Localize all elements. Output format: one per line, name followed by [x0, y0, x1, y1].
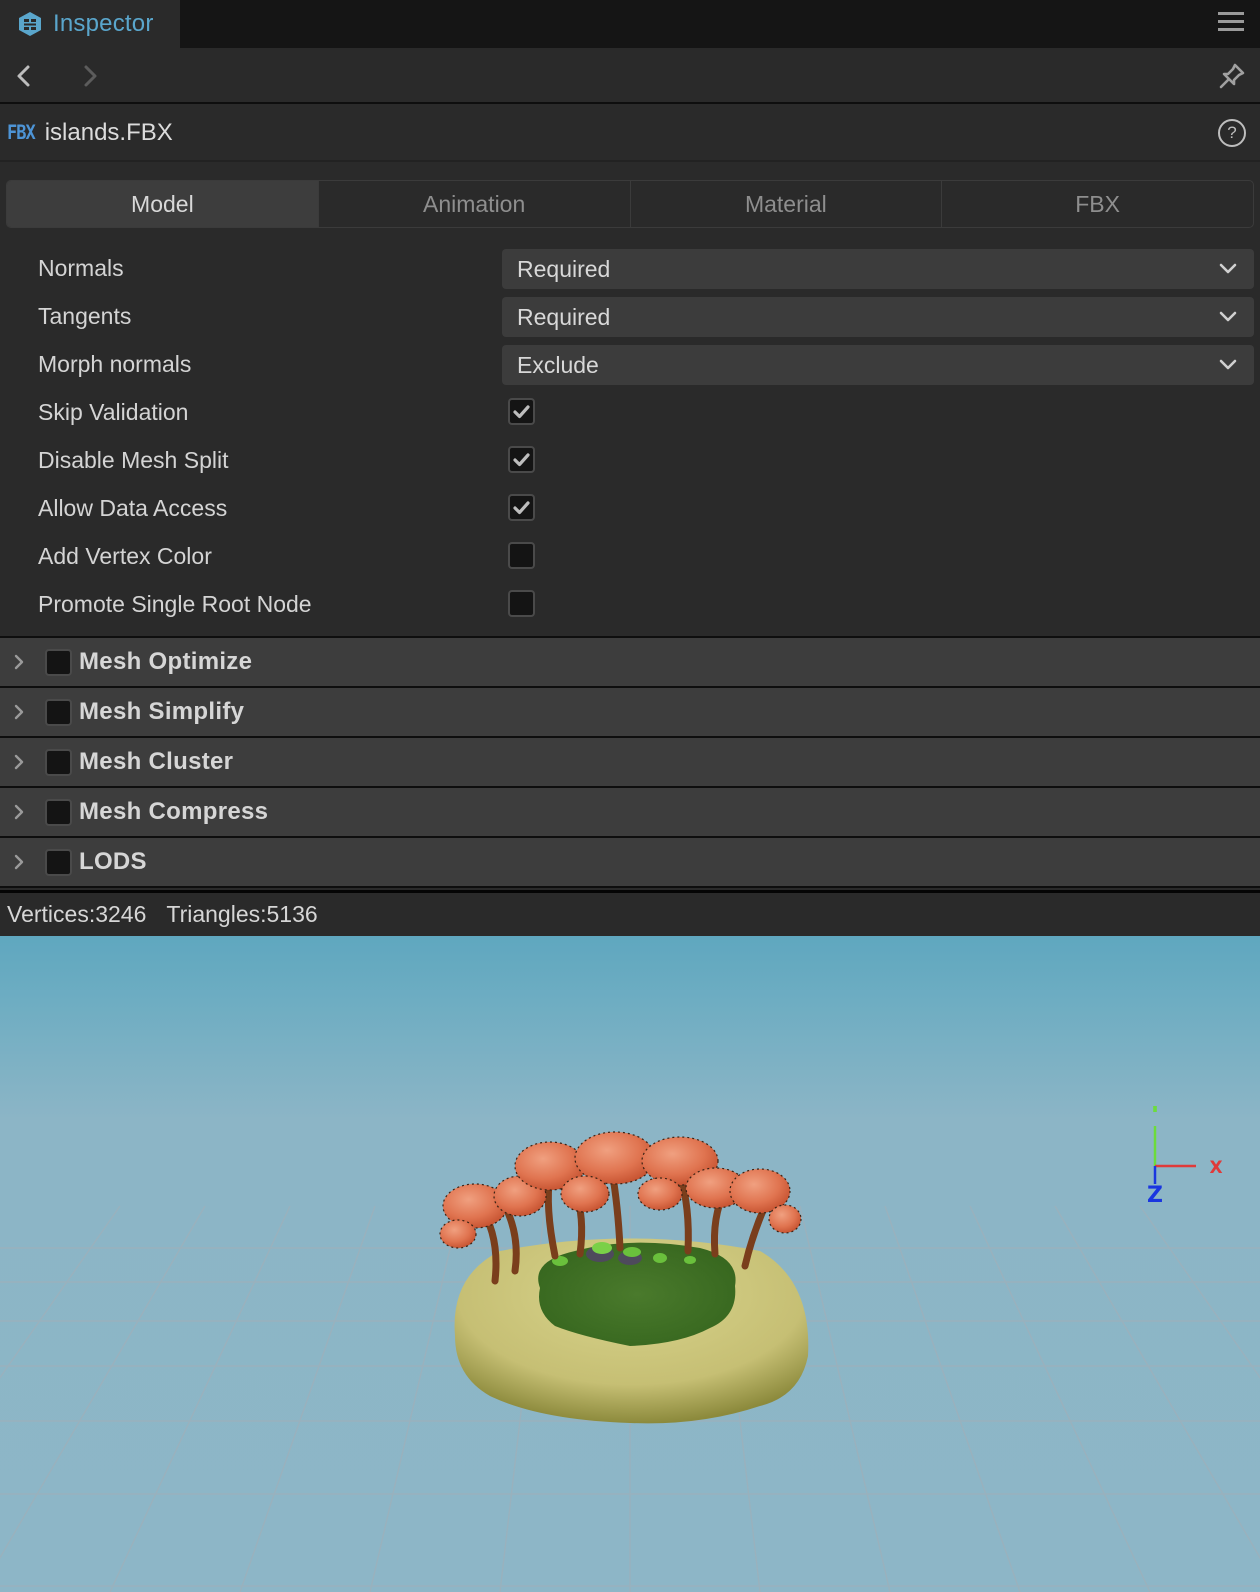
add-vertex-color-label: Add Vertex Color: [38, 543, 212, 569]
checkmark-icon: [513, 453, 530, 467]
chevron-right-icon[interactable]: [76, 62, 104, 90]
add-vertex-color-row: Add Vertex Color: [0, 536, 1260, 584]
chevron-down-icon: [1219, 263, 1237, 274]
promote-single-root-node-checkbox[interactable]: [508, 590, 535, 617]
promote-single-root-node-row: Promote Single Root Node: [0, 584, 1260, 632]
allow-data-access-row: Allow Data Access: [0, 488, 1260, 536]
mesh-optimize-checkbox[interactable]: [45, 649, 72, 676]
normals-dropdown[interactable]: Required: [502, 249, 1254, 289]
inspector-icon: [19, 12, 41, 36]
morph-normals-row: Morph normals Exclude: [0, 344, 1260, 392]
disable-mesh-split-row: Disable Mesh Split: [0, 440, 1260, 488]
chevron-down-icon: [1219, 359, 1237, 370]
disable-mesh-split-label: Disable Mesh Split: [38, 447, 229, 473]
model-properties: Normals Required Tangents Required Morph…: [0, 248, 1260, 632]
import-settings-tabs: Model Animation Material FBX: [6, 180, 1254, 228]
normals-value: Required: [517, 256, 611, 282]
inspector-tab[interactable]: Inspector: [0, 0, 180, 48]
chevron-right-icon[interactable]: [12, 853, 26, 871]
x-axis-label: X: [1209, 1158, 1222, 1178]
mesh-compress-checkbox[interactable]: [45, 799, 72, 826]
checkmark-icon: [513, 501, 530, 515]
tab-model[interactable]: Model: [7, 181, 318, 227]
y-axis-label: Y: [1147, 1106, 1162, 1117]
skip-validation-checkbox[interactable]: [508, 398, 535, 425]
section-mesh-compress[interactable]: Mesh Compress: [0, 788, 1260, 838]
z-axis-label: Z: [1147, 1183, 1163, 1208]
tangents-label: Tangents: [38, 303, 132, 329]
chevron-right-icon[interactable]: [12, 653, 26, 671]
section-lods[interactable]: LODS: [0, 838, 1260, 888]
promote-single-root-node-label: Promote Single Root Node: [38, 591, 312, 617]
vertex-count: Vertices:3246: [7, 901, 147, 927]
skip-validation-label: Skip Validation: [38, 399, 189, 425]
mesh-cluster-label: Mesh Cluster: [79, 748, 234, 775]
tab-animation[interactable]: Animation: [317, 181, 630, 227]
disable-mesh-split-checkbox[interactable]: [508, 446, 535, 473]
normals-row: Normals Required: [0, 248, 1260, 296]
axis-gizmo[interactable]: Y X Z: [1120, 1106, 1230, 1226]
chevron-left-icon[interactable]: [10, 62, 38, 90]
chevron-down-icon: [1219, 311, 1237, 322]
tab-material[interactable]: Material: [629, 181, 942, 227]
island-model: [439, 1131, 809, 1424]
section-mesh-optimize[interactable]: Mesh Optimize: [0, 638, 1260, 688]
asset-name: islands.FBX: [44, 119, 173, 146]
mesh-cluster-checkbox[interactable]: [45, 749, 72, 776]
mesh-stats-bar: Vertices:3246 Triangles:5136: [0, 890, 1260, 936]
morph-normals-value: Exclude: [517, 352, 599, 378]
skip-validation-row: Skip Validation: [0, 392, 1260, 440]
asset-header: FBX islands.FBX ?: [0, 106, 1260, 162]
collapsible-sections: Mesh Optimize Mesh Simplify Mesh Cluster…: [0, 636, 1260, 888]
mesh-optimize-label: Mesh Optimize: [79, 648, 253, 675]
section-mesh-cluster[interactable]: Mesh Cluster: [0, 738, 1260, 788]
model-preview-viewport[interactable]: Y X Z: [0, 936, 1260, 1592]
tab-fbx[interactable]: FBX: [941, 181, 1253, 227]
allow-data-access-checkbox[interactable]: [508, 494, 535, 521]
hamburger-menu-icon[interactable]: [1218, 12, 1244, 36]
triangle-count: Triangles:5136: [166, 901, 318, 927]
lods-label: LODS: [79, 848, 147, 875]
tangents-dropdown[interactable]: Required: [502, 297, 1254, 337]
mesh-simplify-checkbox[interactable]: [45, 699, 72, 726]
morph-normals-dropdown[interactable]: Exclude: [502, 345, 1254, 385]
checkmark-icon: [513, 405, 530, 419]
add-vertex-color-checkbox[interactable]: [508, 542, 535, 569]
normals-label: Normals: [38, 255, 124, 281]
inspector-tab-label: Inspector: [53, 10, 154, 37]
fbx-file-icon: FBX: [7, 121, 36, 145]
morph-normals-label: Morph normals: [38, 351, 192, 377]
pin-icon[interactable]: [1218, 62, 1246, 90]
title-bar: Inspector: [0, 0, 1260, 48]
lods-checkbox[interactable]: [45, 849, 72, 876]
chevron-right-icon[interactable]: [12, 753, 26, 771]
mesh-compress-label: Mesh Compress: [79, 798, 269, 825]
scene-render: [0, 1131, 1260, 1592]
help-icon[interactable]: ?: [1218, 119, 1246, 147]
tangents-row: Tangents Required: [0, 296, 1260, 344]
navigation-bar: [0, 48, 1260, 104]
mesh-simplify-label: Mesh Simplify: [79, 698, 245, 725]
chevron-right-icon[interactable]: [12, 703, 26, 721]
tangents-value: Required: [517, 304, 611, 330]
allow-data-access-label: Allow Data Access: [38, 495, 228, 521]
section-mesh-simplify[interactable]: Mesh Simplify: [0, 688, 1260, 738]
chevron-right-icon[interactable]: [12, 803, 26, 821]
